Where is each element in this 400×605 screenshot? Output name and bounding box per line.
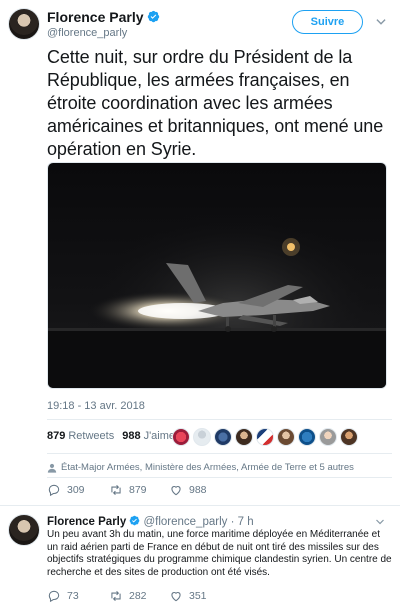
author-handle[interactable]: @florence_parly (47, 27, 127, 39)
jet-photo-image (48, 163, 386, 388)
like-icon (171, 592, 181, 602)
person-icon (47, 463, 57, 473)
chevron-down-icon[interactable] (374, 516, 386, 528)
verified-badge-icon (147, 10, 159, 23)
reply-header: Florence Parly @florence_parly · 7 h (47, 515, 254, 528)
liker-avatar[interactable] (340, 428, 358, 446)
reply-actions: 73 282 351 (47, 589, 217, 603)
liker-avatar[interactable] (319, 428, 337, 446)
retweets-count: 879 (47, 430, 66, 442)
liker-avatar[interactable] (235, 428, 253, 446)
retweet-button[interactable]: 282 (109, 589, 157, 603)
retweets-stat[interactable]: 879 Retweets (47, 430, 114, 442)
reply-icon (48, 484, 60, 497)
like-count: 988 (189, 484, 207, 496)
like-button[interactable]: 988 (169, 483, 217, 497)
reply-button[interactable]: 309 (47, 483, 95, 497)
tweet-text: Cette nuit, sur ordre du Président de la… (47, 47, 384, 159)
reply-author-handle[interactable]: @florence_parly (143, 516, 227, 528)
liker-avatars (172, 428, 358, 446)
author-name-text[interactable]: Florence Parly (47, 9, 144, 25)
reply-icon (48, 590, 60, 603)
retweet-icon (111, 484, 121, 496)
likes-label: J'aime (143, 430, 176, 442)
verified-badge-icon (129, 515, 140, 526)
reply-age[interactable]: · 7 h (231, 516, 254, 528)
liker-avatar[interactable] (172, 428, 190, 446)
divider (47, 477, 392, 478)
retweets-label: Retweets (68, 430, 115, 442)
tweet-actions: 309 879 988 (47, 483, 217, 497)
tweet-photo[interactable] (47, 162, 387, 389)
like-count: 351 (189, 590, 207, 602)
retweet-count: 282 (129, 590, 147, 602)
retweet-count: 879 (129, 484, 147, 496)
liker-avatar[interactable] (298, 428, 316, 446)
reply-author-avatar[interactable] (8, 514, 40, 546)
divider (47, 453, 392, 454)
reply-button[interactable]: 73 (47, 589, 95, 603)
divider (0, 505, 400, 506)
liker-avatar[interactable] (193, 428, 211, 446)
engagement-stats: 879 Retweets 988 J'aime (47, 430, 175, 442)
divider (47, 419, 392, 420)
like-icon (171, 486, 181, 496)
likes-count: 988 (122, 430, 141, 442)
author-avatar[interactable] (8, 8, 40, 40)
reply-author-name[interactable]: Florence Parly (47, 516, 126, 528)
liker-avatar[interactable] (277, 428, 295, 446)
retweet-button[interactable]: 879 (109, 483, 157, 497)
likes-stat[interactable]: 988 J'aime (122, 430, 175, 442)
tweet-timestamp[interactable]: 19:18 - 13 avr. 2018 (47, 400, 145, 412)
retweet-icon (111, 590, 121, 602)
follow-button[interactable]: Suivre (292, 10, 363, 34)
liker-avatar[interactable] (256, 428, 274, 446)
reply-count: 309 (67, 484, 85, 496)
liker-avatar[interactable] (214, 428, 232, 446)
author-name[interactable]: Florence Parly (47, 9, 160, 25)
reply-text: Un peu avant 3h du matin, une force mari… (47, 529, 392, 578)
tagged-accounts[interactable]: État-Major Armées, Ministère des Armées,… (47, 462, 354, 473)
reply-count: 73 (67, 590, 79, 602)
like-button[interactable]: 351 (169, 589, 217, 603)
chevron-down-icon[interactable] (374, 15, 388, 29)
tagged-accounts-text: État-Major Armées, Ministère des Armées,… (61, 462, 354, 473)
